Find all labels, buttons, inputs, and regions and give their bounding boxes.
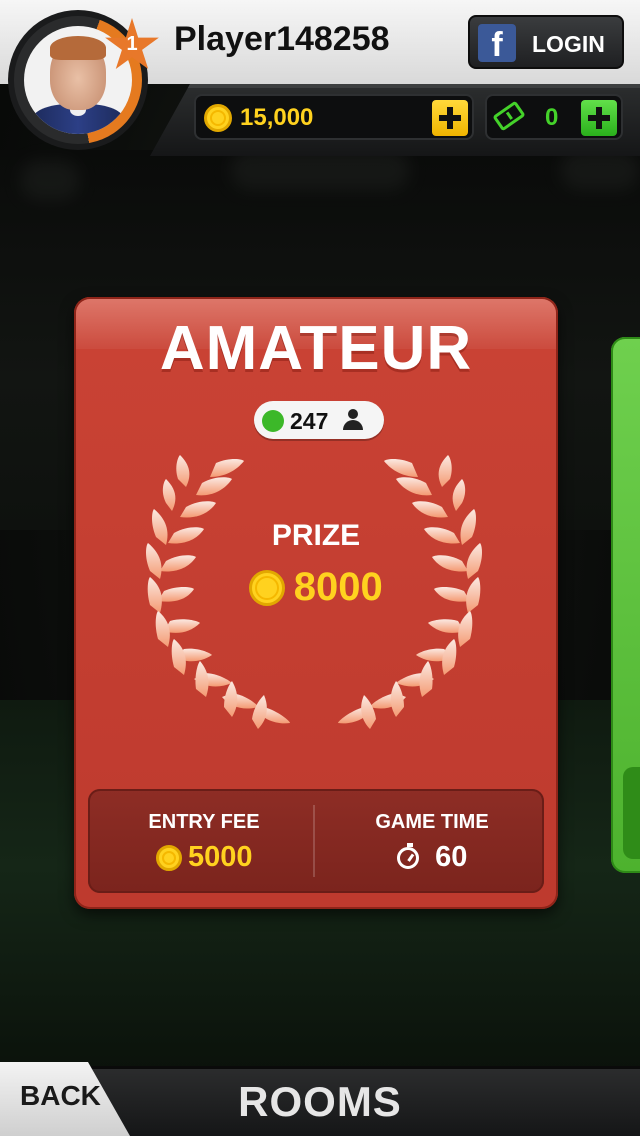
entry-fee-value: 5000 (187, 841, 253, 873)
coin-balance: 15,000 (194, 94, 474, 140)
add-coins-button[interactable] (432, 100, 468, 136)
ticket-balance: 0 (485, 94, 623, 140)
game-time-value: 60 (435, 841, 468, 873)
person-icon (342, 409, 364, 431)
entry-fee-row: 5000 (90, 841, 318, 874)
stopwatch-icon (396, 842, 419, 869)
coin-icon (155, 844, 182, 871)
background-blur (560, 150, 640, 190)
room-card-amateur[interactable]: AMATEUR 247 PRIZE 8000 ENTRY FEE 5000 GA… (74, 297, 558, 909)
game-time-row: 60 (318, 841, 546, 874)
facebook-icon: f (478, 24, 516, 64)
player-name: Player148258 (174, 20, 390, 58)
login-label: LOGIN (532, 31, 605, 57)
players-online-count: 247 (290, 408, 329, 434)
online-dot-icon (262, 410, 284, 432)
player-level: 1 (126, 33, 138, 55)
avatar-hair (50, 36, 106, 60)
prize-row: 8000 (74, 565, 558, 610)
background-blur (230, 150, 410, 190)
room-info-panel: ENTRY FEE 5000 GAME TIME 60 (88, 789, 544, 893)
ticket-amount: 0 (545, 104, 559, 131)
add-tickets-button[interactable] (581, 100, 617, 136)
players-online-badge: 247 (254, 401, 384, 439)
room-title: AMATEUR (159, 314, 473, 383)
prize-amount: 8000 (293, 565, 383, 609)
screen-title: ROOMS (238, 1078, 402, 1125)
coin-icon (204, 104, 232, 132)
facebook-login-button[interactable]: f LOGIN (468, 15, 624, 69)
background-blur (20, 160, 80, 200)
coin-icon (249, 569, 286, 606)
entry-fee-label: ENTRY FEE (148, 811, 260, 833)
room-card-next[interactable] (611, 337, 640, 873)
prize-label: PRIZE (271, 519, 361, 552)
info-divider (313, 805, 315, 877)
ticket-icon (492, 100, 526, 132)
game-time-label: GAME TIME (375, 811, 489, 833)
coin-amount: 15,000 (240, 104, 314, 131)
